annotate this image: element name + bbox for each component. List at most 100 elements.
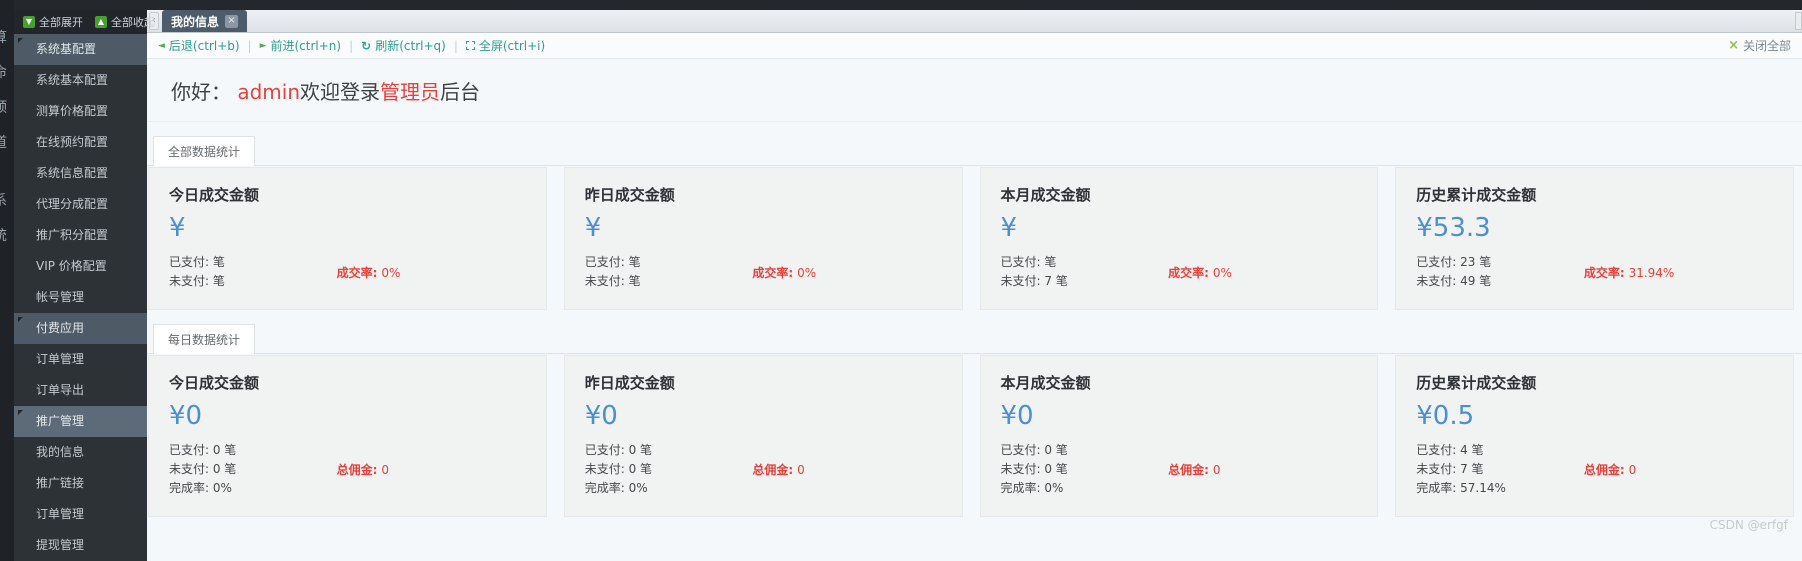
sidebar-toolbar: ▼ 全部展开 ▲ 全部收起	[14, 10, 147, 34]
refresh-icon: ↻	[361, 39, 371, 53]
section-all-data-stats: 全部数据统计 今日成交金额 ¥ 已支付: 笔 未支付: 笔 成交率: 0%	[147, 135, 1802, 310]
sidebar-item-order-management-2[interactable]: 订单管理	[14, 499, 147, 530]
card-amount: ¥	[585, 213, 942, 243]
sidebar-item-order-export[interactable]: 订单导出	[14, 375, 147, 406]
card-amount: ¥0	[169, 401, 526, 431]
sidebar-item-account-management[interactable]: 帐号管理	[14, 282, 147, 313]
greeting-middle: 欢迎登录	[300, 80, 380, 104]
stat-card-row: 今日成交金额 ¥ 已支付: 笔 未支付: 笔 成交率: 0% 昨日成交金额 ¥	[147, 166, 1802, 310]
tab-my-info-label: 我的信息	[171, 13, 219, 30]
back-label: 后退(ctrl+b)	[169, 37, 240, 54]
vertical-title-char: 命	[0, 62, 7, 82]
stat-unpaid: 未支付: 0 笔	[585, 460, 753, 479]
card-highlight: 总佣金: 0	[752, 461, 941, 478]
collapse-all-button[interactable]: ▲ 全部收起	[95, 14, 155, 30]
card-title: 本月成交金额	[1001, 372, 1358, 393]
sidebar-item-agent-share-config[interactable]: 代理分成配置	[14, 189, 147, 220]
card-title: 昨日成交金额	[585, 372, 942, 393]
stat-paid: 已支付: 0 笔	[1001, 441, 1169, 460]
tab-all-data-stats[interactable]: 全部数据统计	[153, 136, 255, 166]
close-all-button[interactable]: × 关闭全部	[1728, 37, 1791, 54]
sidebar-item-order-management[interactable]: 订单管理	[14, 344, 147, 375]
sidebar-item-my-info[interactable]: 我的信息	[14, 437, 147, 468]
toolbar-separator	[248, 39, 252, 53]
tab-daily-data-stats[interactable]: 每日数据统计	[153, 324, 255, 354]
card-title: 今日成交金额	[169, 184, 526, 205]
section-tab-row: 全部数据统计	[147, 135, 1802, 166]
stat-unpaid: 未支付: 7 笔	[1001, 272, 1169, 291]
fullscreen-button[interactable]: 全屏(ctrl+i)	[466, 37, 545, 54]
watermark: CSDN @erfgf	[1710, 518, 1788, 532]
stat-paid: 已支付: 0 笔	[585, 441, 753, 460]
expand-all-button[interactable]: ▼ 全部展开	[23, 14, 83, 30]
stat-card-month: 本月成交金额 ¥ 已支付: 笔 未支付: 7 笔 成交率: 0%	[980, 167, 1379, 310]
collapse-all-icon: ▲	[95, 16, 107, 28]
stat-paid: 已支付: 笔	[169, 253, 337, 272]
navigation-toolbar: ◄ 后退(ctrl+b) ► 前进(ctrl+n) ↻ 刷新(ctrl+q) 全…	[147, 33, 1802, 59]
stat-unpaid: 未支付: 笔	[585, 272, 753, 291]
forward-button[interactable]: ► 前进(ctrl+n)	[260, 37, 342, 54]
sidebar-item-system-info-config[interactable]: 系统信息配置	[14, 158, 147, 189]
card-amount: ¥0	[1001, 401, 1358, 431]
stat-unpaid: 未支付: 7 笔	[1416, 460, 1584, 479]
tab-close-icon[interactable]: ×	[225, 15, 238, 28]
stat-paid: 已支付: 笔	[585, 253, 753, 272]
card-amount: ¥	[1001, 213, 1358, 243]
sidebar-group-system-base-config[interactable]: 系统基配置	[14, 34, 147, 65]
stat-card-history: 历史累计成交金额 ¥0.5 已支付: 4 笔 未支付: 7 笔 完成率: 57.…	[1395, 355, 1794, 517]
stat-unpaid: 未支付: 0 笔	[1001, 460, 1169, 479]
section-tab-row: 每日数据统计	[147, 323, 1802, 354]
section-daily-data-stats: 每日数据统计 今日成交金额 ¥0 已支付: 0 笔 未支付: 0 笔 完成率: …	[147, 323, 1802, 517]
window-tab-bar: ‹ 我的信息 ×	[147, 10, 1802, 33]
vertical-title-char: 算	[0, 27, 7, 47]
card-amount: ¥53.3	[1416, 213, 1773, 243]
collapsed-panel-strip: 算 命 预 道 系 统	[0, 0, 14, 561]
stat-unpaid: 未支付: 49 笔	[1416, 272, 1584, 291]
stat-completion: 完成率: 0%	[169, 479, 337, 498]
greeting-suffix: 后台	[440, 80, 480, 104]
card-stats: 已支付: 0 笔 未支付: 0 笔 完成率: 0%	[1001, 441, 1169, 498]
sidebar-item-system-basic-config[interactable]: 系统基本配置	[14, 65, 147, 96]
stat-unpaid: 未支付: 笔	[169, 272, 337, 291]
stat-card-history: 历史累计成交金额 ¥53.3 已支付: 23 笔 未支付: 49 笔 成交率: …	[1395, 167, 1794, 310]
sidebar-item-online-booking-config[interactable]: 在线预约配置	[14, 127, 147, 158]
close-all-label: 关闭全部	[1743, 37, 1791, 54]
forward-arrow-icon: ►	[260, 41, 267, 51]
greeting-prefix: 你好：	[171, 80, 237, 104]
main-content: ‹ 我的信息 × ◄ 后退(ctrl+b) ► 前进(ctrl+n) ↻ 刷新(…	[147, 10, 1802, 561]
stat-completion: 完成率: 0%	[1001, 479, 1169, 498]
stat-completion: 完成率: 0%	[585, 479, 753, 498]
card-highlight: 成交率: 0%	[337, 264, 526, 281]
promo-title: 分销代理推广链接说明	[147, 557, 1802, 561]
card-highlight: 成交率: 31.94%	[1584, 264, 1773, 281]
vertical-title-char: 预	[0, 97, 7, 117]
sidebar-item-calc-price-config[interactable]: 测算价格配置	[14, 96, 147, 127]
stat-card-today: 今日成交金额 ¥0 已支付: 0 笔 未支付: 0 笔 完成率: 0% 总佣金:…	[148, 355, 547, 517]
sidebar: ▼ 全部展开 ▲ 全部收起 系统基配置 系统基本配置 测算价格配置 在线预约配置…	[14, 10, 147, 561]
sidebar-item-promo-links[interactable]: 推广链接	[14, 468, 147, 499]
stat-card-row: 今日成交金额 ¥0 已支付: 0 笔 未支付: 0 笔 完成率: 0% 总佣金:…	[147, 354, 1802, 517]
tab-my-info[interactable]: 我的信息 ×	[162, 10, 247, 32]
card-stats: 已支付: 0 笔 未支付: 0 笔 完成率: 0%	[585, 441, 753, 498]
card-title: 昨日成交金额	[585, 184, 942, 205]
sidebar-group-promotion-management[interactable]: 推广管理	[14, 406, 147, 437]
card-stats: 已支付: 笔 未支付: 笔	[169, 253, 337, 291]
expand-all-label: 全部展开	[39, 14, 83, 30]
card-title: 今日成交金额	[169, 372, 526, 393]
sidebar-group-paid-apps[interactable]: 付费应用	[14, 313, 147, 344]
card-highlight: 成交率: 0%	[752, 264, 941, 281]
sidebar-item-promo-points-config[interactable]: 推广积分配置	[14, 220, 147, 251]
card-stats: 已支付: 23 笔 未支付: 49 笔	[1416, 253, 1584, 291]
card-highlight: 总佣金: 0	[337, 461, 526, 478]
card-title: 历史累计成交金额	[1416, 372, 1773, 393]
tab-scroll-right-button[interactable]	[1795, 12, 1802, 30]
promo-section: 分销代理推广链接说明 复制你的专属推广链接，只要用户下单你即可获取提成。	[147, 557, 1802, 561]
refresh-button[interactable]: ↻ 刷新(ctrl+q)	[361, 37, 446, 54]
vertical-title-char: 道	[0, 132, 7, 152]
sidebar-item-vip-price-config[interactable]: VIP 价格配置	[14, 251, 147, 282]
card-title: 历史累计成交金额	[1416, 184, 1773, 205]
sidebar-item-withdrawal-management[interactable]: 提现管理	[14, 530, 147, 561]
stat-paid: 已支付: 23 笔	[1416, 253, 1584, 272]
back-button[interactable]: ◄ 后退(ctrl+b)	[158, 37, 240, 54]
card-stats: 已支付: 4 笔 未支付: 7 笔 完成率: 57.14%	[1416, 441, 1584, 498]
